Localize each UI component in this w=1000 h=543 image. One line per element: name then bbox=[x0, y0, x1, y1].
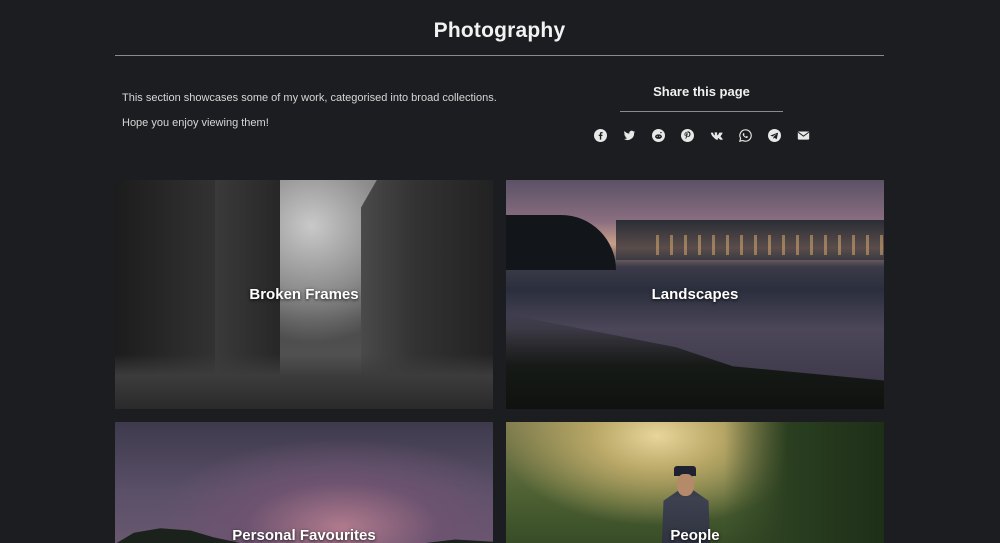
page-title: Photography bbox=[433, 19, 566, 42]
email-icon[interactable] bbox=[796, 128, 810, 142]
share-title: Share this page bbox=[620, 84, 783, 112]
pinterest-icon[interactable] bbox=[680, 128, 694, 142]
collection-tile-personal-favourites[interactable]: Personal Favourites bbox=[115, 422, 493, 543]
photo-face bbox=[677, 474, 694, 496]
facebook-icon[interactable] bbox=[593, 128, 607, 142]
reddit-icon[interactable] bbox=[651, 128, 665, 142]
collection-label: Personal Favourites bbox=[232, 527, 376, 543]
collection-label: Broken Frames bbox=[249, 286, 359, 303]
vk-icon[interactable] bbox=[709, 128, 723, 142]
twitter-icon[interactable] bbox=[622, 128, 636, 142]
intro-line: This section showcases some of my work, … bbox=[122, 92, 497, 104]
telegram-icon[interactable] bbox=[767, 128, 781, 142]
photo-building-left-inner bbox=[215, 180, 280, 380]
share-icons bbox=[593, 128, 810, 142]
intro-line: Hope you enjoy viewing them! bbox=[122, 117, 269, 129]
photo-rubble bbox=[115, 354, 493, 409]
collection-label: Landscapes bbox=[651, 286, 739, 303]
photo-hill bbox=[506, 215, 616, 270]
collection-tile-people[interactable]: People bbox=[506, 422, 884, 543]
intro-text: This section showcases some of my work, … bbox=[122, 92, 542, 142]
collection-tile-landscapes[interactable]: Landscapes bbox=[506, 180, 884, 409]
page-header: Photography bbox=[115, 0, 884, 56]
photo-grass bbox=[506, 314, 884, 409]
photo-foliage bbox=[724, 422, 884, 543]
whatsapp-icon[interactable] bbox=[738, 128, 752, 142]
collection-tile-broken-frames[interactable]: Broken Frames bbox=[115, 180, 493, 409]
photo-lights bbox=[656, 235, 884, 255]
share-section: Share this page bbox=[593, 84, 809, 142]
collection-label: People bbox=[670, 527, 720, 543]
